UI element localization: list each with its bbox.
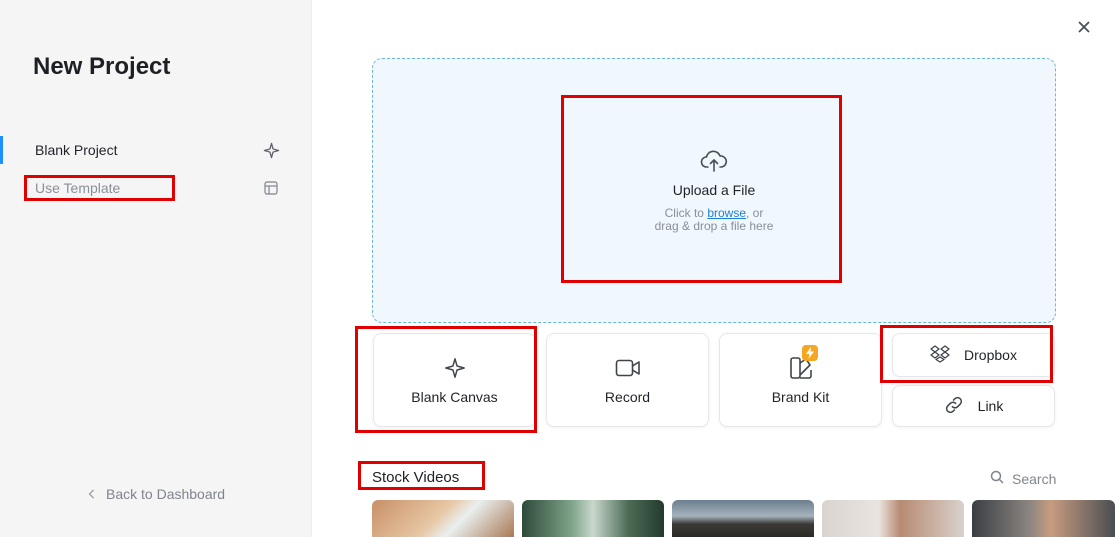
- sidebar-item-use-template[interactable]: Use Template: [0, 172, 312, 204]
- dropbox-label: Dropbox: [964, 347, 1017, 363]
- sparkle-icon: [262, 141, 280, 159]
- close-button[interactable]: [1074, 19, 1094, 39]
- stock-video-thumbnail[interactable]: [972, 500, 1115, 537]
- sparkle-icon: [442, 355, 468, 381]
- stock-video-thumbnail[interactable]: [672, 500, 814, 537]
- sidebar-item-blank-project[interactable]: Blank Project: [0, 134, 312, 166]
- link-button[interactable]: Link: [892, 385, 1055, 427]
- template-icon: [262, 179, 280, 197]
- page-title: New Project: [33, 53, 171, 80]
- cloud-upload-icon: [700, 148, 728, 174]
- stock-videos-title: Stock Videos: [372, 469, 460, 486]
- blank-canvas-button[interactable]: Blank Canvas: [373, 333, 536, 427]
- sidebar-item-label: Use Template: [35, 180, 121, 196]
- upload-dropzone[interactable]: Upload a File Click to browse, or drag &…: [372, 58, 1056, 323]
- brand-kit-label: Brand Kit: [771, 389, 830, 405]
- upload-title: Upload a File: [672, 182, 756, 198]
- upload-hint-suffix: , or: [746, 206, 764, 220]
- dropbox-button[interactable]: Dropbox: [892, 333, 1055, 377]
- close-icon: [1078, 20, 1090, 38]
- stock-video-thumbnail[interactable]: [372, 500, 514, 537]
- sidebar: New Project Blank Project Use Template B…: [0, 0, 312, 537]
- back-label: Back to Dashboard: [106, 486, 226, 502]
- blank-canvas-label: Blank Canvas: [411, 389, 498, 405]
- search-icon: [990, 470, 1004, 487]
- stock-video-thumbnail[interactable]: [522, 500, 664, 537]
- brand-kit-button[interactable]: Brand Kit: [719, 333, 882, 427]
- stock-video-thumbnail[interactable]: [822, 500, 964, 537]
- upload-hint-prefix: Click to: [664, 206, 708, 220]
- upload-hint-line2: drag & drop a file here: [654, 219, 774, 233]
- search-label: Search: [1012, 470, 1057, 487]
- back-to-dashboard-link[interactable]: Back to Dashboard: [88, 486, 225, 502]
- upload-hint: Click to browse, or drag & drop a file h…: [655, 207, 774, 233]
- premium-bolt-icon: [802, 345, 818, 361]
- link-label: Link: [977, 398, 1004, 414]
- stock-search-button[interactable]: Search: [990, 470, 1056, 487]
- link-icon: [944, 395, 964, 418]
- record-label: Record: [604, 389, 651, 405]
- chevron-left-icon: [88, 486, 96, 502]
- dropbox-icon: [930, 344, 950, 366]
- browse-link[interactable]: browse: [707, 206, 746, 220]
- record-button[interactable]: Record: [546, 333, 709, 427]
- sidebar-item-label: Blank Project: [35, 142, 118, 158]
- video-camera-icon: [615, 355, 641, 381]
